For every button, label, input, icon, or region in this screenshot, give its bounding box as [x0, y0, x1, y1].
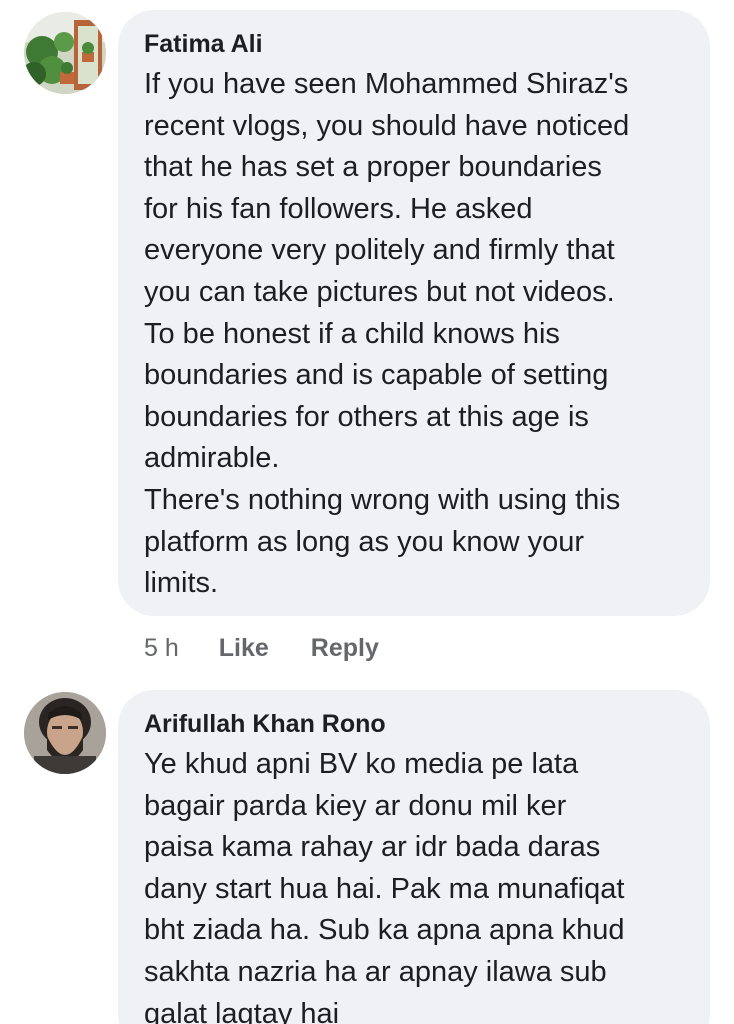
- comment-text: Ye khud apni BV ko media pe lata bagair …: [144, 744, 684, 1024]
- comment-line: limits.: [144, 567, 219, 600]
- comment-author[interactable]: Fatima Ali: [144, 28, 684, 60]
- comment-line: admirable.: [144, 442, 280, 475]
- comment-line: boundaries and is capable of setting: [144, 359, 609, 392]
- comment-line: If you have seen Mohammed Shiraz's: [144, 68, 629, 100]
- comment-line: for his fan followers. He asked: [144, 192, 533, 225]
- avatar[interactable]: [24, 12, 106, 94]
- comment-line: Ye khud apni BV ko media pe lata: [144, 748, 579, 780]
- comment-line: galat lagtay hai: [144, 997, 340, 1024]
- comment-line: that he has set a proper boundaries: [144, 151, 602, 184]
- avatar[interactable]: [24, 692, 106, 774]
- comment-line: boundaries for others at this age is: [144, 400, 589, 433]
- comment-line: There's nothing wrong with using this: [144, 483, 621, 516]
- comment-line: platform as long as you know your: [144, 525, 585, 558]
- comments-page: Fatima Ali If you have seen Mohammed Shi…: [0, 0, 734, 1024]
- comment-line: bagair parda kiey ar donu mil ker: [144, 789, 567, 822]
- comment-actions: 5 h Like Reply: [144, 630, 379, 666]
- comment-line: To be honest if a child knows his: [144, 317, 560, 350]
- comment-author[interactable]: Arifullah Khan Rono: [144, 708, 684, 740]
- comment-line: everyone very politely and firmly that: [144, 234, 615, 267]
- comment-line: sakhta nazria ha ar apnay ilawa sub: [144, 955, 607, 988]
- comment-line: dany start hua hai. Pak ma munafiqat: [144, 872, 625, 905]
- comment-line: bht ziada ha. Sub ka apna apna khud: [144, 914, 625, 947]
- comment-bubble: Fatima Ali If you have seen Mohammed Shi…: [118, 10, 710, 616]
- comment-line: paisa kama rahay ar idr bada daras: [144, 831, 601, 864]
- comment-text: If you have seen Mohammed Shiraz's recen…: [144, 64, 684, 605]
- comment-line: you can take pictures but not videos.: [144, 275, 615, 308]
- comment-bubble: Arifullah Khan Rono Ye khud apni BV ko m…: [118, 690, 710, 1024]
- like-button[interactable]: Like: [219, 634, 269, 663]
- reply-button[interactable]: Reply: [311, 634, 379, 663]
- comment-line: recent vlogs, you should have noticed: [144, 109, 630, 142]
- comment-timestamp[interactable]: 5 h: [144, 634, 179, 663]
